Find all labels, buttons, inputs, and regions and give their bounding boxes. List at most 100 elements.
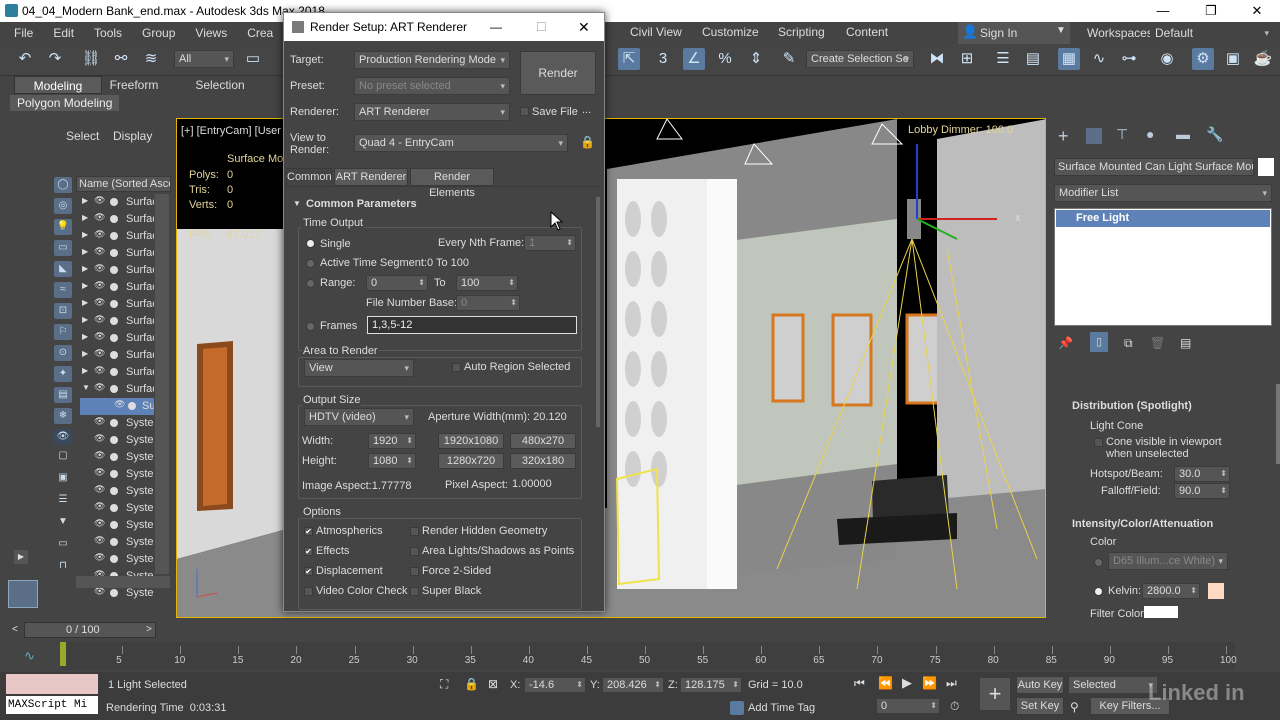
expand-arrow-icon[interactable]: ▶ (82, 247, 88, 256)
scene-row[interactable]: ▶ 👁 Surfac (80, 194, 154, 211)
time-prev-icon[interactable]: < (12, 624, 18, 635)
hierarchy-tab-icon[interactable]: ⊤ (1116, 126, 1128, 143)
schematic-view-icon[interactable]: ⊶ (1118, 48, 1140, 70)
scene-row[interactable]: ▶ 👁 Surfac (80, 330, 154, 347)
create-tab-icon[interactable]: + (1058, 126, 1069, 147)
filter-hidden-icon[interactable]: 👁 (54, 429, 72, 445)
visibility-eye-icon[interactable]: 👁 (94, 365, 105, 376)
filter-particles-icon[interactable]: ✦ (54, 366, 72, 382)
maxscript-mini-listener[interactable]: MAXScript Mi (6, 696, 98, 714)
visibility-eye-icon[interactable]: 👁 (94, 484, 105, 495)
maximize-icon[interactable]: ❐ (1188, 0, 1234, 22)
renderer-dropdown[interactable]: ART Renderer (354, 103, 510, 121)
absolute-mode-icon[interactable]: ⊠ (488, 677, 498, 691)
option-checkbox[interactable]: ✔ (304, 567, 313, 576)
visibility-eye-icon[interactable]: 👁 (94, 280, 105, 291)
configure-modifier-sets-icon[interactable]: ▤ (1180, 336, 1191, 350)
ribbon-tab-selection[interactable]: Selection (188, 76, 252, 94)
time-config-icon[interactable]: ⏱ (950, 699, 959, 714)
menu-tools[interactable]: Tools (84, 26, 132, 40)
kelvin-spinner[interactable]: 2800.0 (1142, 583, 1200, 599)
filter-spacewarps-icon[interactable]: ≈ (54, 282, 72, 298)
rendered-frame-icon[interactable]: ▣ (1222, 48, 1244, 70)
color-preset-dropdown[interactable]: D65 Illum...ce White) (1108, 552, 1228, 570)
viewport-label[interactable]: [+] [EntryCam] [User (181, 125, 281, 137)
intensity-rollout-title[interactable]: Intensity/Color/Attenuation (1072, 518, 1213, 530)
visibility-eye-icon[interactable]: 👁 (94, 229, 105, 240)
viewport-layout-tab-icon[interactable] (8, 580, 38, 608)
z-coordinate-field[interactable]: 128.175 (680, 677, 742, 693)
tab-art-renderer[interactable]: ART Renderer (334, 168, 408, 186)
preset-dropdown[interactable]: No preset selected (354, 77, 510, 95)
range-to-spinner[interactable]: 100 (456, 275, 518, 291)
visibility-eye-icon[interactable]: 👁 (94, 331, 105, 342)
expand-arrow-icon[interactable]: ▶ (82, 366, 88, 375)
menu-group[interactable]: Group (132, 26, 185, 40)
scene-row[interactable]: 👁 Syster (80, 432, 154, 449)
tab-render-elements[interactable]: Render Elements (410, 168, 494, 199)
visibility-eye-icon[interactable]: 👁 (94, 314, 105, 325)
scene-explorer-layer-icon[interactable]: ▣ (54, 470, 72, 486)
filter-bones-icon[interactable]: ⊙ (54, 345, 72, 361)
area-to-render-dropdown[interactable]: View (304, 359, 414, 377)
add-time-tag[interactable]: Add Time Tag (748, 702, 815, 714)
option-checkbox[interactable] (304, 587, 313, 596)
auto-key-button[interactable]: Auto Key (1016, 676, 1064, 694)
single-radio[interactable] (306, 239, 315, 248)
scene-explorer-icon[interactable]: ▤ (1022, 48, 1044, 70)
menu-edit[interactable]: Edit (43, 26, 84, 40)
frames-input[interactable] (367, 316, 577, 334)
percent-snap-icon[interactable]: % (714, 48, 736, 70)
lock-selection-icon[interactable]: 🔒 (464, 677, 479, 691)
scene-tab-display[interactable]: Display (113, 129, 152, 143)
expand-arrow-icon[interactable]: ▶ (82, 213, 88, 222)
range-from-spinner[interactable]: 0 (366, 275, 428, 291)
object-name-field[interactable]: Surface Mounted Can Light Surface Mounte (1054, 158, 1254, 176)
scene-row[interactable]: ▶ 👁 Surfac (80, 211, 154, 228)
range-radio[interactable] (306, 279, 315, 288)
render-setup-icon[interactable]: ⚙ (1192, 48, 1214, 70)
menu-civil-view[interactable]: Civil View (620, 25, 692, 39)
visibility-eye-icon[interactable]: 👁 (94, 501, 105, 512)
motion-tab-icon[interactable]: ● (1146, 126, 1154, 142)
current-frame-marker[interactable] (60, 642, 66, 666)
expand-arrow-icon[interactable]: ▶ (82, 349, 88, 358)
undo-icon[interactable]: ↶ (14, 48, 36, 70)
option-checkbox[interactable] (410, 587, 419, 596)
visibility-eye-icon[interactable]: 👁 (94, 467, 105, 478)
tab-common[interactable]: Common (286, 168, 332, 186)
distribution-rollout-title[interactable]: Distribution (Spotlight) (1072, 400, 1192, 412)
common-parameters-rollout[interactable]: Common Parameters (306, 198, 417, 210)
dialog-close-icon[interactable]: ✕ (578, 13, 590, 41)
expand-arrow-icon[interactable]: ▶ (82, 264, 88, 273)
visibility-eye-icon[interactable]: 👁 (94, 535, 105, 546)
scene-tab-select[interactable]: Select (66, 129, 99, 143)
expand-arrow-icon[interactable]: ▶ (82, 196, 88, 205)
size-1280x720-button[interactable]: 1280x720 (438, 453, 504, 469)
filter-groups-icon[interactable]: ⊡ (54, 303, 72, 319)
filter-cameras-icon[interactable]: ▭ (54, 240, 72, 256)
filter-shapes-icon[interactable]: ◎ (54, 198, 72, 214)
scene-row[interactable]: ▶ 👁 Surfac (80, 228, 154, 245)
visibility-eye-icon[interactable]: 👁 (114, 399, 125, 410)
render-button[interactable]: Render (520, 51, 596, 95)
save-file-checkbox[interactable] (520, 107, 529, 116)
size-480x270-button[interactable]: 480x270 (510, 433, 576, 449)
next-frame-icon[interactable]: ⏩ (922, 676, 937, 690)
pin-stack-icon[interactable]: 📌 (1058, 336, 1073, 350)
modify-tab-icon[interactable] (1086, 128, 1102, 144)
filter-color-swatch[interactable] (1144, 606, 1178, 618)
set-key-button[interactable]: Set Key (1016, 697, 1064, 715)
dialog-scrollbar[interactable] (596, 197, 600, 427)
scene-row[interactable]: ▶ 👁 Surfac (80, 245, 154, 262)
scene-row[interactable]: 👁 Syster (80, 500, 154, 517)
expand-panel-icon[interactable]: ▶ (14, 550, 28, 564)
material-editor-icon[interactable]: ◉ (1156, 48, 1178, 70)
scene-explorer-box-icon[interactable]: ▭ (54, 536, 72, 552)
x-coordinate-field[interactable]: -14.6 (524, 677, 586, 693)
collapse-arrow-icon[interactable]: ▼ (82, 383, 90, 392)
angle-snap-icon[interactable]: ∠ (683, 48, 705, 70)
edit-named-selection-icon[interactable]: ✎ (778, 48, 800, 70)
hotspot-spinner[interactable]: 30.0 (1174, 466, 1230, 482)
scene-row[interactable]: 👁 Syster (80, 551, 154, 568)
